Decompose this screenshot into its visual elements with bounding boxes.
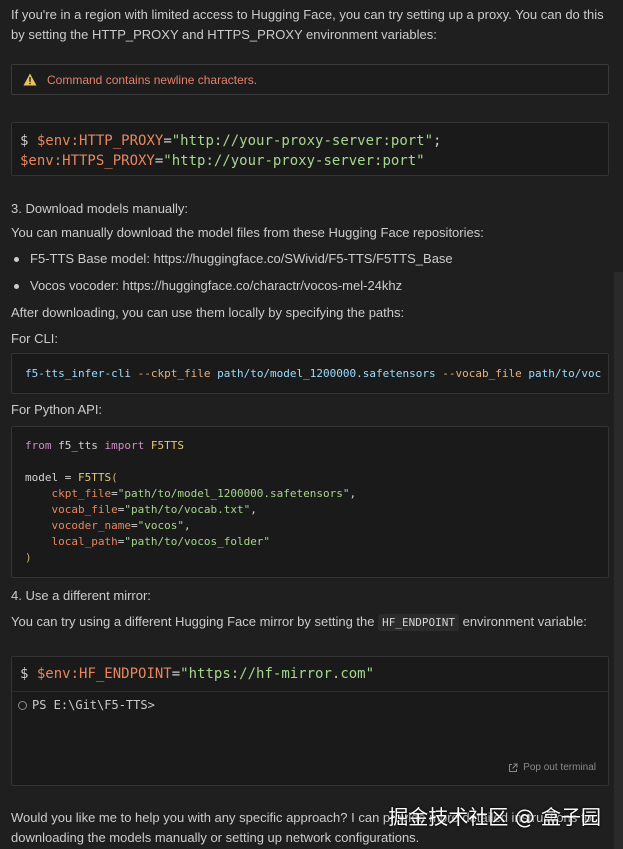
prompt-dollar: $ (20, 133, 29, 149)
env-value: "https://hf-mirror.com" (180, 666, 375, 682)
semicolon: ; (433, 133, 442, 149)
cli-flag: --vocab_file (442, 367, 522, 380)
keyword: import (104, 439, 145, 452)
step3-description: You can manually download the model file… (11, 225, 484, 240)
step4-description: You can try using a different Hugging Fa… (11, 612, 609, 633)
code-line: local_path="path/to/vocos_folder" (51, 535, 271, 548)
param-name: vocab_file (51, 503, 118, 516)
cli-flag: --ckpt_file (137, 367, 211, 380)
env-var: $env:HTTP_PROXY (36, 133, 164, 149)
code-line: ) (25, 550, 608, 566)
for-cli-label: For CLI: (11, 331, 58, 346)
after-download-text: After downloading, you can use them loca… (11, 305, 405, 320)
terminal-panel[interactable]: $ $env:HF_ENDPOINT="https://hf-mirror.co… (11, 656, 609, 786)
code-line: from f5_tts import F5TTS (25, 438, 608, 454)
divider (12, 691, 608, 692)
code-line: vocab_file="path/to/vocab.txt", (51, 503, 257, 516)
env-var: $env:HTTPS_PROXY (20, 153, 155, 169)
param-value: "path/to/vocab.txt" (124, 503, 251, 516)
code-line: ckpt_file="path/to/model_1200000.safeten… (51, 487, 357, 500)
list-item: F5-TTS Base model: https://huggingface.c… (11, 249, 453, 269)
code-line: vocoder_name="vocos", (51, 519, 191, 532)
class-name: F5TTS (150, 439, 184, 452)
external-link-icon (509, 763, 518, 772)
model-repo-list: F5-TTS Base model: https://huggingface.c… (11, 249, 453, 296)
intro-text: If you're in a region with limited acces… (11, 7, 604, 42)
step3-heading: 3. Download models manually: (11, 201, 189, 216)
module-name: f5_tts (58, 439, 98, 452)
pop-out-terminal-button[interactable]: Pop out terminal (508, 762, 596, 773)
param-name: vocoder_name (51, 519, 131, 532)
equals: = (163, 133, 172, 149)
warning-text: Command contains newline characters. (47, 72, 258, 87)
step4-text: You can try using a different Hugging Fa… (11, 614, 375, 629)
python-code-block[interactable]: from f5_tts import F5TTS model = F5TTS( … (11, 426, 609, 578)
step4-text: environment variable: (462, 614, 587, 629)
prompt-text: PS E:\Git\F5-TTS> (32, 698, 155, 712)
keyword: from (25, 439, 52, 452)
param-name: local_path (51, 535, 118, 548)
inline-code: HF_ENDPOINT (378, 614, 459, 631)
cli-code-block[interactable]: f5-tts_infer-cli --ckpt_file path/to/mod… (11, 353, 609, 394)
param-value: "path/to/vocos_folder" (124, 535, 271, 548)
cli-command: f5-tts_infer-cli (25, 367, 131, 380)
watermark: 掘金技术社区 @ 盒子园 (388, 805, 601, 829)
step4-heading: 4. Use a different mirror: (11, 588, 151, 603)
equals: = (64, 471, 72, 484)
param-value: "path/to/model_1200000.safetensors" (117, 487, 350, 500)
class-name: F5TTS (78, 471, 112, 484)
cli-value: path/to/voc (528, 367, 602, 380)
env-value: "http://your-proxy-server:port" (163, 153, 425, 169)
proxy-command-block[interactable]: $ $env:HTTP_PROXY="http://your-proxy-ser… (11, 122, 609, 176)
prompt-dollar: $ (20, 666, 29, 682)
command-line-2: $env:HTTPS_PROXY="http://your-proxy-serv… (20, 151, 608, 171)
terminal-command: $ $env:HF_ENDPOINT="https://hf-mirror.co… (20, 664, 374, 684)
paren: ( (111, 471, 118, 484)
terminal-prompt[interactable]: PS E:\Git\F5-TTS> (18, 697, 155, 713)
scrollbar[interactable] (614, 272, 623, 849)
cli-value: path/to/model_1200000.safetensors (217, 367, 436, 380)
equals: = (171, 666, 181, 682)
paren: ) (25, 551, 32, 564)
status-circle-icon (18, 700, 27, 710)
variable: model (25, 471, 59, 484)
warning-icon (23, 73, 37, 86)
param-name: ckpt_file (51, 487, 112, 500)
for-python-label: For Python API: (11, 402, 103, 417)
param-value: "vocos" (137, 519, 184, 532)
list-item: Vocos vocoder: https://huggingface.co/ch… (11, 276, 453, 296)
code-line: model = F5TTS( (25, 470, 608, 486)
warning-banner: Command contains newline characters. (11, 64, 609, 95)
pop-out-label: Pop out terminal (523, 762, 596, 773)
env-var: $env:HF_ENDPOINT (36, 666, 172, 682)
env-value: "http://your-proxy-server:port" (171, 133, 434, 149)
command-line-1: $ $env:HTTP_PROXY="http://your-proxy-ser… (20, 131, 608, 151)
